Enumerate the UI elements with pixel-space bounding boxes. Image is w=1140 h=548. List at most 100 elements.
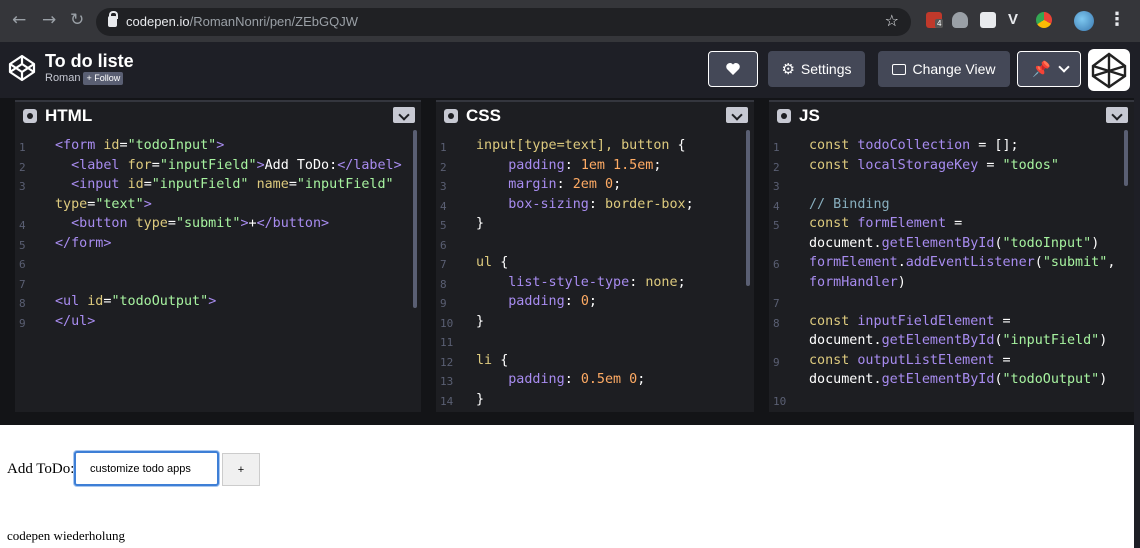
settings-icon[interactable] — [777, 109, 791, 123]
code-token: : — [564, 294, 581, 309]
settings-button[interactable]: ⚙ Settings — [768, 51, 865, 87]
like-button[interactable] — [708, 51, 758, 87]
extension-icon[interactable]: 4 — [926, 12, 944, 28]
add-todo-button[interactable]: + — [222, 453, 260, 486]
code-line: document.getElementById("todoInput") — [809, 234, 1099, 254]
editor-title: CSS — [466, 106, 501, 125]
user-avatar[interactable] — [1088, 49, 1130, 91]
code-token: { — [500, 352, 509, 368]
line-number: 4 — [440, 199, 447, 213]
code-token: > — [256, 157, 265, 173]
line-number: 6 — [19, 258, 26, 271]
code-line: } — [476, 214, 484, 234]
chevron-down-icon[interactable] — [1058, 61, 1070, 73]
author-name[interactable]: Roman — [45, 72, 80, 84]
code-token: "inputField" — [1002, 333, 1100, 348]
line-number: 9 — [773, 355, 780, 369]
user-avatar-icon — [1091, 52, 1127, 89]
code-token: ) — [1099, 333, 1108, 348]
settings-icon[interactable] — [23, 109, 37, 123]
code-token: type — [135, 216, 168, 231]
pen-title[interactable]: To do liste — [45, 51, 134, 72]
pin-button[interactable]: 📌 — [1017, 51, 1081, 87]
js-editor[interactable]: JS 1 const todoCollection = []; 2 const loc… — [769, 100, 1134, 412]
vue-extension-icon[interactable]: V — [1008, 11, 1024, 28]
code-token: "submit" — [1042, 255, 1108, 270]
code-line: li { — [476, 351, 508, 371]
code-line: </ul> — [55, 312, 95, 332]
scrollbar[interactable] — [746, 130, 750, 286]
code-token: ; — [685, 196, 694, 212]
code-token: = — [288, 177, 297, 192]
code-token: input[type=text], button — [476, 138, 678, 153]
code-line: list-style-type: none; — [476, 273, 685, 293]
bookmark-star-icon[interactable]: ☆ — [885, 11, 899, 30]
chevron-down-icon[interactable] — [726, 107, 748, 123]
line-number: 3 — [773, 180, 780, 193]
forward-icon[interactable]: → — [42, 10, 56, 30]
code-line: const localStorageKey = "todos" — [809, 156, 1059, 176]
code-token: { — [500, 255, 509, 270]
code-line: <label for="inputField">Add ToDo:</label… — [55, 156, 402, 176]
line-number: 8 — [773, 316, 780, 330]
reload-icon[interactable]: ↻ — [70, 10, 84, 30]
code-line: <button type="submit">+</button> — [55, 214, 329, 234]
html-editor[interactable]: HTML 1 <form id="todoInput"> 2 <label for=… — [15, 100, 421, 412]
settings-label: Settings — [800, 61, 852, 77]
codepen-logo-icon[interactable] — [8, 54, 36, 82]
line-number: 10 — [440, 316, 454, 330]
code-token: "text" — [95, 196, 144, 212]
code-line: } — [476, 390, 484, 410]
scrollbar[interactable] — [413, 130, 417, 308]
code-token: list-style-type — [476, 274, 630, 290]
code-token: 1em 1.5em — [580, 157, 654, 173]
shield-extension-icon[interactable] — [952, 12, 968, 28]
scrollbar[interactable] — [1124, 130, 1128, 186]
code-line: // Binding — [809, 195, 890, 215]
code-line: formHandler) — [809, 273, 906, 293]
code-token: > — [216, 138, 225, 153]
follow-button[interactable]: + Follow — [83, 72, 124, 85]
code-token: </form> — [55, 235, 112, 251]
todo-input[interactable] — [74, 451, 219, 486]
chevron-down-icon[interactable] — [393, 107, 415, 123]
code-token: formHandler — [809, 274, 898, 290]
code-token: <ul — [55, 294, 88, 309]
menu-kebab-icon[interactable]: ⋮ — [1108, 9, 1126, 30]
code-token: ) — [1099, 372, 1108, 387]
url-text: codepen.io/RomanNonri/pen/ZEbGQJW — [126, 14, 358, 29]
code-token: ( — [994, 235, 1003, 251]
settings-icon[interactable] — [444, 109, 458, 123]
chrome-extension-icon[interactable] — [1036, 12, 1052, 28]
line-number: 5 — [440, 219, 447, 232]
code-line: <form id="todoInput"> — [55, 136, 224, 156]
css-extension-icon[interactable] — [980, 12, 996, 28]
code-token: } — [476, 391, 485, 407]
pin-icon: 📌 — [1032, 60, 1051, 78]
line-number: 14 — [440, 394, 454, 408]
line-number: 7 — [440, 258, 447, 271]
address-bar[interactable]: codepen.io/RomanNonri/pen/ZEbGQJW ☆ — [96, 8, 911, 36]
css-editor[interactable]: CSS 1 input[type=text], button {2 padding… — [436, 100, 754, 412]
code-token: document. — [809, 235, 882, 251]
line-number: 4 — [773, 199, 780, 213]
editor-title: HTML — [45, 106, 93, 125]
code-token: padding — [476, 372, 565, 387]
back-icon[interactable]: ← — [12, 10, 26, 30]
change-view-button[interactable]: Change View — [878, 51, 1010, 87]
profile-avatar-icon[interactable] — [1074, 11, 1094, 31]
change-view-label: Change View — [912, 61, 996, 77]
line-number: 7 — [773, 297, 780, 310]
line-number: 12 — [440, 355, 454, 369]
code-token: = — [119, 138, 128, 153]
code-token: outputListElement — [857, 352, 995, 368]
code-token: inputFieldElement — [857, 313, 995, 329]
editors-area: HTML 1 <form id="todoInput"> 2 <label for=… — [0, 98, 1134, 425]
code-token: : — [629, 274, 646, 290]
code-token: const — [809, 216, 858, 231]
result-preview: Add ToDo: + codepen wiederholung — [0, 425, 1134, 548]
chevron-down-icon[interactable] — [1106, 107, 1128, 123]
editor-header: CSS — [436, 100, 754, 128]
code-token: const — [809, 157, 858, 173]
